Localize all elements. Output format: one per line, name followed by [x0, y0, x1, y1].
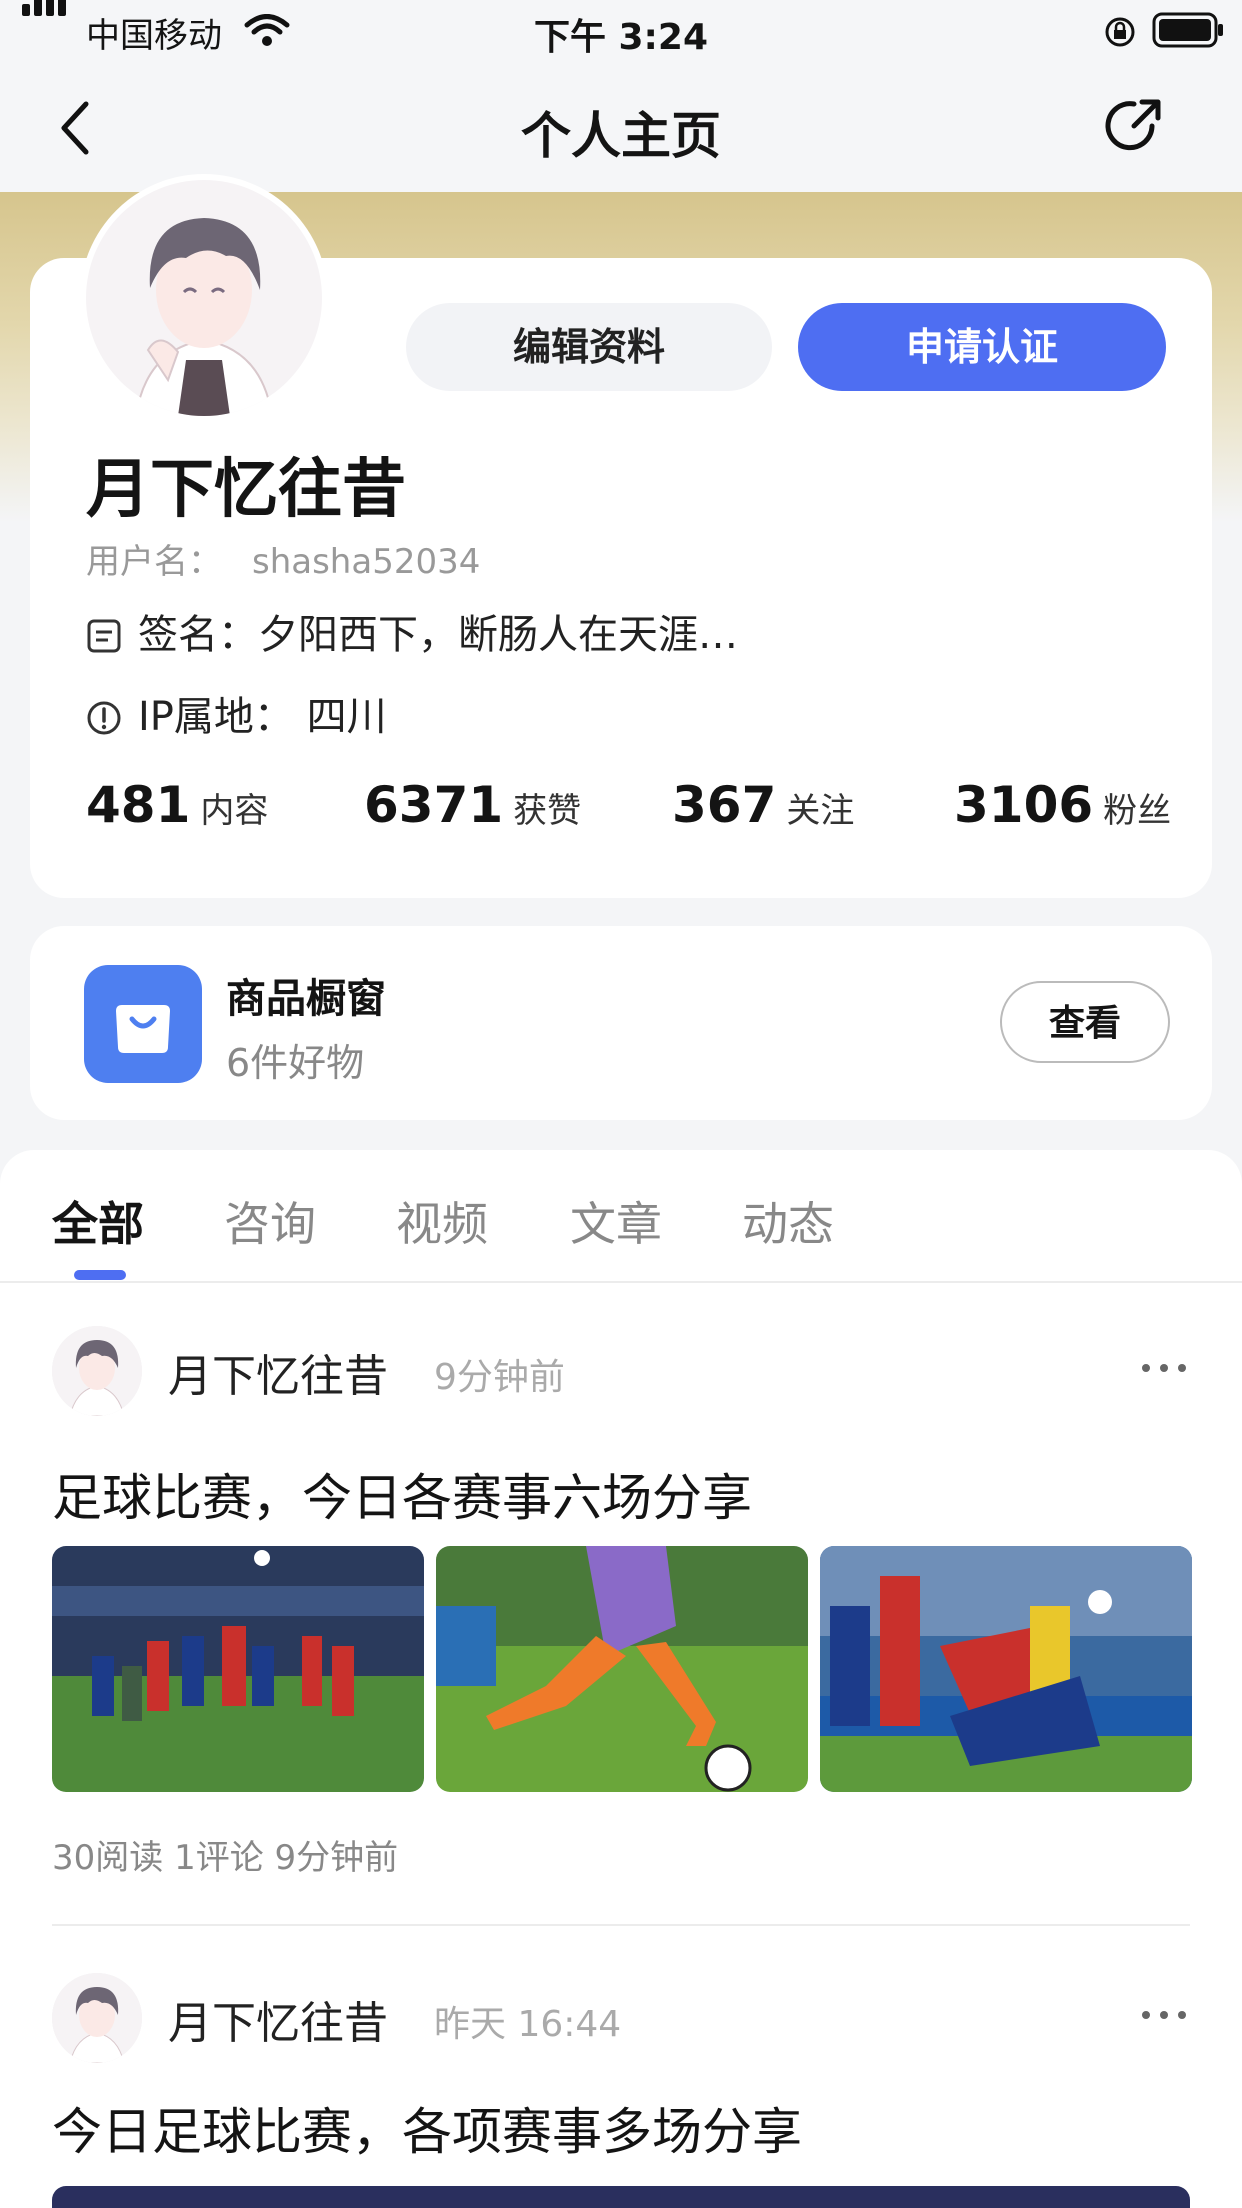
- post-avatar[interactable]: [52, 1973, 142, 2063]
- signature-icon: [87, 619, 121, 653]
- signature-text: 签名：夕阳西下，断肠人在天涯…: [138, 612, 738, 658]
- tab-all[interactable]: 全部: [52, 1188, 144, 1254]
- battery-icon: [1152, 12, 1223, 48]
- rotation-lock-icon: [1105, 17, 1135, 47]
- shop-title: 商品橱窗: [226, 976, 386, 1022]
- stat-label: 内容: [200, 791, 269, 831]
- post-title[interactable]: 今日足球比赛，各项赛事多场分享: [52, 2092, 802, 2164]
- share-icon[interactable]: [1104, 96, 1164, 156]
- status-bar: 中国移动 下午 3:24: [0, 0, 1242, 62]
- info-icon: [87, 701, 121, 735]
- username-label: 用户名：: [86, 542, 222, 582]
- post-avatar[interactable]: [52, 1326, 142, 1416]
- ip-text: IP属地： 四川: [138, 694, 387, 740]
- more-icon[interactable]: [1140, 1362, 1188, 1374]
- post-time: 昨天 16:44: [434, 2004, 622, 2045]
- view-shop-button[interactable]: 查看: [1000, 981, 1170, 1063]
- tab-consult[interactable]: 咨询: [224, 1188, 316, 1254]
- stat-fans[interactable]: 3106 粉丝: [954, 776, 1171, 834]
- status-time: 下午 3:24: [533, 17, 709, 58]
- edit-profile-button[interactable]: 编辑资料: [406, 303, 772, 391]
- stat-label: 粉丝: [1103, 791, 1172, 831]
- avatar[interactable]: [86, 180, 322, 416]
- stat-following[interactable]: 367 关注: [672, 776, 854, 834]
- page-title: 个人主页: [521, 107, 721, 165]
- post-divider: [52, 1924, 1190, 1926]
- stat-likes[interactable]: 6371 获赞: [364, 776, 581, 834]
- post-author[interactable]: 月下忆往昔: [168, 1340, 388, 1404]
- nav-bar: 个人主页: [0, 62, 1242, 192]
- post-meta: 30阅读 1评论 9分钟前: [52, 1838, 399, 1878]
- post-time: 9分钟前: [434, 1357, 565, 1398]
- profile-name: 月下忆往昔: [86, 453, 406, 527]
- stat-label: 获赞: [513, 791, 582, 831]
- username-row: 用户名： shasha52034: [86, 534, 480, 583]
- active-tab-indicator: [74, 1270, 126, 1280]
- shop-subtitle: 6件好物: [226, 1041, 365, 1085]
- post-image[interactable]: [436, 1546, 808, 1792]
- stat-value: 3106: [954, 776, 1094, 834]
- stat-value: 6371: [364, 776, 504, 834]
- stat-content[interactable]: 481 内容: [86, 776, 268, 834]
- post-image[interactable]: [52, 2186, 1190, 2208]
- signature-row: 签名：夕阳西下，断肠人在天涯…: [86, 602, 738, 660]
- username-value: shasha52034: [252, 542, 481, 582]
- stat-label: 关注: [786, 791, 855, 831]
- ip-row: IP属地： 四川: [86, 684, 387, 742]
- tab-article[interactable]: 文章: [570, 1188, 662, 1254]
- more-icon[interactable]: [1140, 2009, 1188, 2021]
- stat-value: 367: [672, 776, 777, 834]
- post-author[interactable]: 月下忆往昔: [168, 1987, 388, 2051]
- post-image[interactable]: [820, 1546, 1192, 1792]
- tab-video[interactable]: 视频: [396, 1188, 488, 1254]
- shopping-bag-icon: [84, 965, 202, 1083]
- tab-moments[interactable]: 动态: [742, 1188, 834, 1254]
- tabs-divider: [0, 1281, 1242, 1283]
- post-image[interactable]: [52, 1546, 424, 1792]
- stat-value: 481: [86, 776, 191, 834]
- post-title[interactable]: 足球比赛，今日各赛事六场分享: [52, 1458, 752, 1530]
- apply-certification-button[interactable]: 申请认证: [798, 303, 1166, 391]
